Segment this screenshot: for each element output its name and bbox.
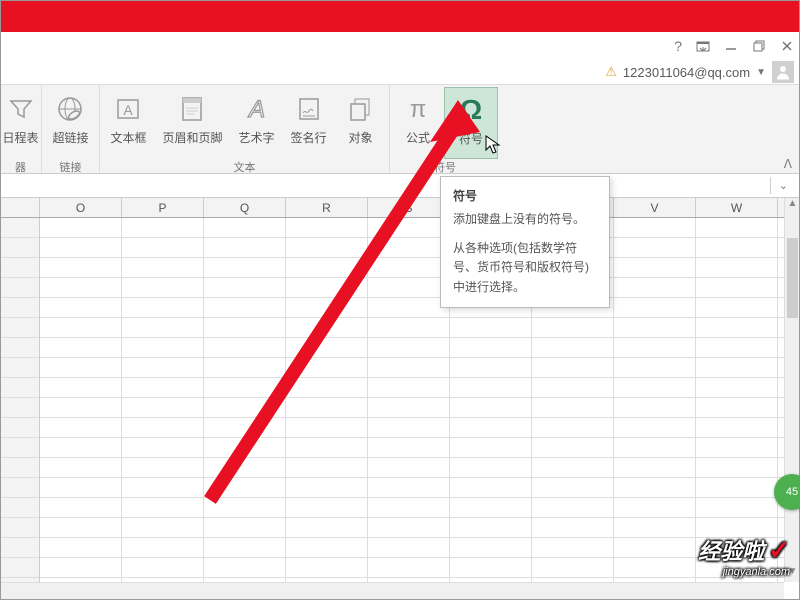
ribbon-item-hyperlink[interactable]: 超链接 [44, 87, 96, 159]
avatar[interactable] [772, 61, 794, 83]
ribbon-label: 超链接 [52, 129, 88, 146]
ribbon-label: 符号 [459, 130, 483, 147]
titlebar: ? [0, 32, 800, 60]
column-header[interactable]: W [696, 198, 778, 217]
timeline-icon [3, 91, 39, 127]
user-row: ⚠ 1223011064@qq.com ▼ [0, 60, 800, 84]
minimize-icon[interactable] [724, 39, 738, 53]
object-icon [343, 91, 379, 127]
scroll-up-icon[interactable]: ▲ [785, 198, 800, 214]
signature-icon [291, 91, 327, 127]
equation-icon: π [400, 91, 436, 127]
ribbon-item-object[interactable]: 对象 [335, 87, 387, 159]
scroll-thumb[interactable] [787, 238, 798, 318]
restore-icon[interactable] [752, 39, 766, 53]
header-footer-icon [174, 91, 210, 127]
svg-text:A: A [124, 102, 134, 118]
ribbon-group-symbols: π 公式 Ω 符号 符号 [390, 85, 500, 173]
formula-expand-icon[interactable]: ⌄ [770, 177, 796, 194]
tooltip-title: 符号 [453, 187, 597, 204]
ribbon-group-filter: 日程表 器 [0, 85, 42, 173]
close-icon[interactable] [780, 39, 794, 53]
ribbon-group-text: A 文本框 页眉和页脚 A 艺术字 签名行 [100, 85, 390, 173]
column-header[interactable]: R [286, 198, 368, 217]
ribbon-label: 公式 [406, 129, 430, 146]
user-email[interactable]: 1223011064@qq.com [623, 65, 750, 80]
ribbon-group-label: 链接 [42, 159, 99, 178]
tooltip-line: 添加键盘上没有的符号。 [453, 210, 597, 229]
horizontal-scrollbar[interactable] [0, 582, 784, 600]
ribbon-group-label: 器 [0, 159, 41, 178]
tooltip: 符号 添加键盘上没有的符号。 从各种选项(包括数学符号、货币符号和版权符号)中进… [440, 176, 610, 308]
ribbon-label: 艺术字 [239, 129, 275, 146]
ribbon-label: 页眉和页脚 [162, 129, 222, 146]
wordart-icon: A [239, 91, 275, 127]
column-headers: O P Q R S T U V W [0, 198, 800, 218]
warning-icon: ⚠ [605, 64, 617, 80]
textbox-icon: A [110, 91, 146, 127]
column-header[interactable]: P [122, 198, 204, 217]
ribbon-item-textbox[interactable]: A 文本框 [102, 87, 154, 159]
app-banner [0, 0, 800, 32]
ribbon-item-equation[interactable]: π 公式 [392, 87, 444, 159]
select-all-corner[interactable] [0, 198, 40, 217]
ribbon-label: 文本框 [110, 129, 146, 146]
vertical-scrollbar[interactable]: ▲ ▼ [784, 198, 800, 582]
ribbon-item-timeline[interactable]: 日程表 [0, 87, 47, 159]
svg-text:π: π [410, 96, 427, 123]
ribbon-item-symbol[interactable]: Ω 符号 [444, 87, 498, 159]
svg-text:A: A [246, 96, 264, 123]
scroll-down-icon[interactable]: ▼ [785, 566, 800, 582]
ribbon-label: 对象 [349, 129, 373, 146]
symbol-icon: Ω [453, 92, 489, 128]
ribbon-group-links: 超链接 链接 [42, 85, 100, 173]
row-headers[interactable] [0, 218, 40, 582]
ribbon-label: 日程表 [3, 129, 39, 146]
ribbon-group-label: 文本 [100, 159, 389, 178]
hyperlink-icon [52, 91, 88, 127]
ribbon-label: 签名行 [291, 129, 327, 146]
column-header[interactable]: Q [204, 198, 286, 217]
column-header[interactable]: V [614, 198, 696, 217]
ribbon-item-header-footer[interactable]: 页眉和页脚 [154, 87, 230, 159]
help-icon[interactable]: ? [674, 38, 682, 54]
ribbon: 日程表 器 超链接 链接 A 文本框 [0, 84, 800, 174]
user-dropdown-icon[interactable]: ▼ [756, 67, 766, 78]
spreadsheet-grid[interactable] [0, 218, 784, 582]
ribbon-item-wordart[interactable]: A 艺术字 [231, 87, 283, 159]
ribbon-display-icon[interactable] [696, 39, 710, 53]
ribbon-item-signature[interactable]: 签名行 [283, 87, 335, 159]
ribbon-collapse-icon[interactable]: ᐱ [784, 157, 792, 171]
column-header[interactable]: O [40, 198, 122, 217]
tooltip-line: 从各种选项(包括数学符号、货币符号和版权符号)中进行选择。 [453, 239, 597, 297]
column-header[interactable]: S [368, 198, 450, 217]
svg-text:Ω: Ω [460, 94, 482, 125]
